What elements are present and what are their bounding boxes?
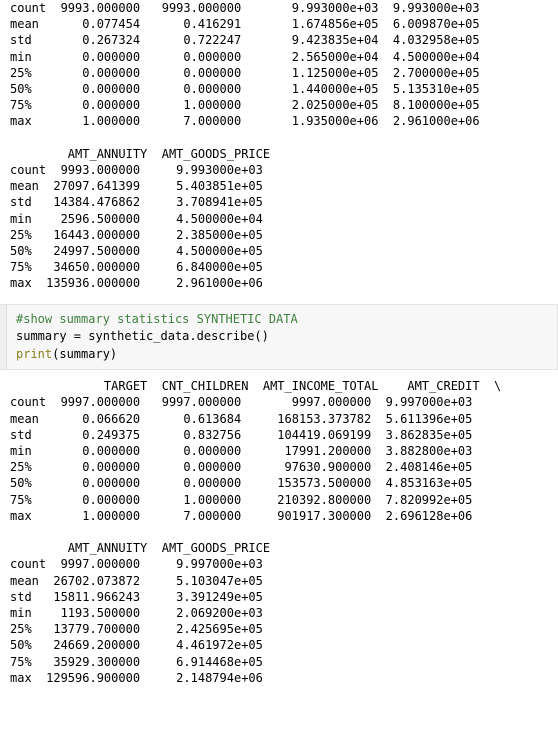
notebook-scroll-area[interactable]: count 9993.000000 9993.000000 9.993000e+… [0,0,558,752]
code-line-comment: #show summary statistics SYNTHETIC DATA [16,311,298,326]
code-editor[interactable]: #show summary statistics SYNTHETIC DATA … [10,311,553,364]
output-area-synthetic-part1: TARGET CNT_CHILDREN AMT_INCOME_TOTAL AMT… [0,378,558,524]
stdout-synthetic-describe-part1: TARGET CNT_CHILDREN AMT_INCOME_TOTAL AMT… [10,379,502,523]
output-block-spacer-2 [0,524,558,540]
output-block-spacer-1 [0,130,558,146]
code-line-assignment: summary = synthetic_data.describe() [16,329,269,344]
code-cell-synthetic-describe[interactable]: #show summary statistics SYNTHETIC DATA … [0,303,558,371]
stdout-original-describe-part1: count 9993.000000 9993.000000 9.993000e+… [10,1,480,129]
output-area-original-part1: count 9993.000000 9993.000000 9.993000e+… [0,0,558,130]
output-area-original-part2: AMT_ANNUITY AMT_GOODS_PRICE count 9993.0… [0,145,558,292]
code-token-print-args: (summary) [52,346,118,361]
stdout-synthetic-describe-part2: AMT_ANNUITY AMT_GOODS_PRICE count 9997.0… [10,541,271,685]
code-cell-gutter [0,304,7,370]
code-token-print-builtin: print [16,346,53,361]
output-area-synthetic-part2: AMT_ANNUITY AMT_GOODS_PRICE count 9997.0… [0,540,558,686]
stdout-original-describe-part2: AMT_ANNUITY AMT_GOODS_PRICE count 9993.0… [10,146,271,291]
